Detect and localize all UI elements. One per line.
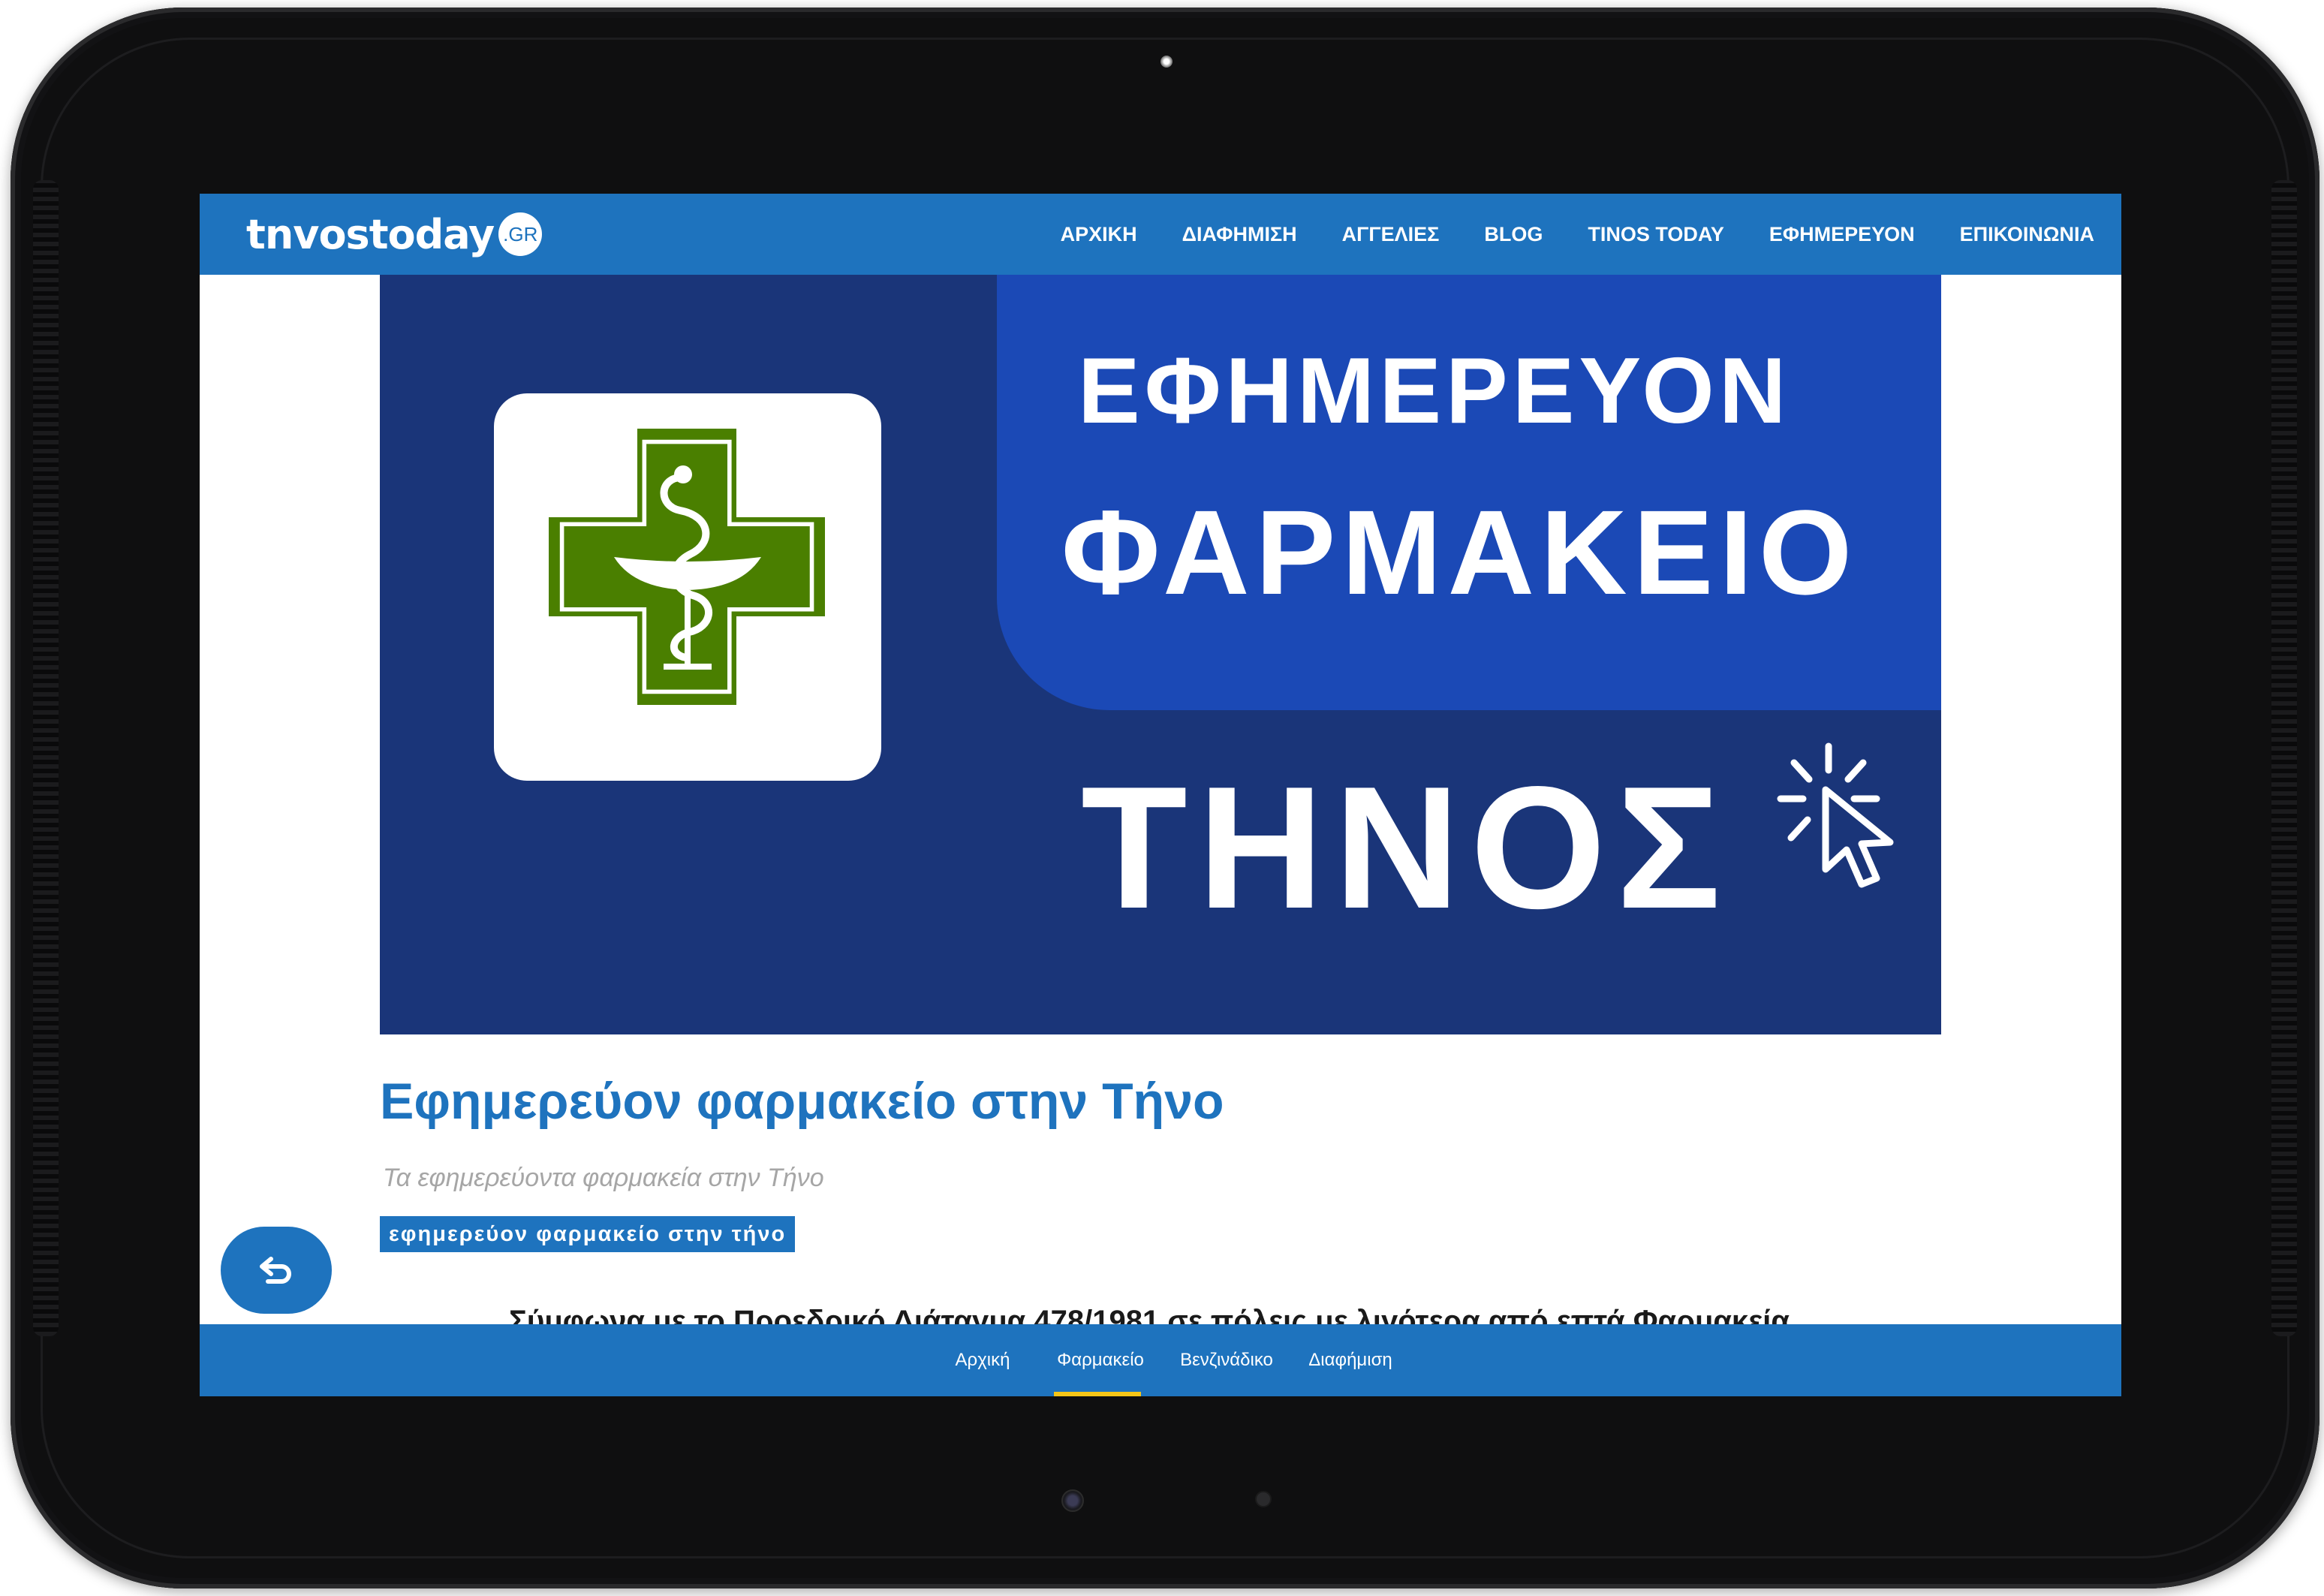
nav-item-classifieds[interactable]: ΑΓΓΕΛΙΕΣ (1342, 223, 1440, 246)
bottom-nav-home[interactable]: Αρχική (941, 1324, 1024, 1396)
left-speaker-grille (33, 180, 59, 1336)
main-nav: ΑΡΧΙΚΗ ΔΙΑΦΗΜΙΣΗ ΑΓΓΕΛΙΕΣ BLOG TINOS TOD… (1061, 194, 2094, 275)
light-sensor-icon (1255, 1491, 1272, 1507)
nav-item-tinos-today[interactable]: TINOS TODAY (1588, 223, 1724, 246)
nav-item-on-duty[interactable]: ΕΦΗΜΕΡΕΥΟΝ (1769, 223, 1915, 246)
banner-heading-on-duty: ΕΦΗΜΕΡΕΥΟΝ (1078, 339, 1791, 443)
nav-item-contact[interactable]: ΕΠΙΚΟΙΝΩΝΙΑ (1960, 223, 2094, 246)
logo-text: tnvostoday (246, 210, 495, 258)
article-title: Εφημερεύον φαρμακείο στην Τήνο (380, 1073, 1224, 1130)
front-camera-icon (1160, 56, 1173, 68)
right-speaker-grille (2271, 180, 2297, 1336)
pharmacy-icon-tile (494, 393, 881, 781)
back-arrow-icon (260, 1257, 291, 1284)
pharmacy-cross-icon (549, 429, 825, 705)
article-subtitle: Τα εφημερεύοντα φαρμακεία στην Τήνο (383, 1164, 824, 1192)
bottom-nav-pharmacy[interactable]: Φαρμακείο (1055, 1324, 1145, 1396)
top-navbar: tnvostoday .GR ΑΡΧΙΚΗ ΔΙΑΦΗΜΙΣΗ ΑΓΓΕΛΙΕΣ… (200, 194, 2121, 275)
banner-heading-pharmacy: ΦΑΡΜΑΚΕΙΟ (1061, 485, 1859, 619)
hero-banner: ΕΦΗΜΕΡΕΥΟΝ ΦΑΡΜΑΚΕΙΟ ΤΗΝΟΣ (380, 275, 1941, 1034)
bottom-nav-active-indicator (1054, 1392, 1141, 1396)
banner-heading-tinos: ΤΗΝΟΣ (1081, 751, 1732, 945)
site-logo[interactable]: tnvostoday .GR (246, 204, 543, 264)
nav-item-home[interactable]: ΑΡΧΙΚΗ (1061, 223, 1137, 246)
article-tag[interactable]: εφημερεύον φαρμακείο στην τήνο (380, 1216, 796, 1252)
back-button[interactable] (221, 1227, 332, 1314)
rear-sensor-icon (1061, 1489, 1084, 1512)
bottom-nav-advertising[interactable]: Διαφήμιση (1306, 1324, 1395, 1396)
nav-item-blog[interactable]: BLOG (1484, 223, 1543, 246)
nav-item-advertising[interactable]: ΔΙΑΦΗΜΙΣΗ (1182, 223, 1297, 246)
bottom-nav: Αρχική Φαρμακείο Βενζινάδικο Διαφήμιση (200, 1324, 2121, 1396)
bottom-nav-gas-station[interactable]: Βενζινάδικο (1174, 1324, 1279, 1396)
screen: tnvostoday .GR ΑΡΧΙΚΗ ΔΙΑΦΗΜΙΣΗ ΑΓΓΕΛΙΕΣ… (200, 194, 2121, 1396)
click-cursor-icon (1777, 742, 1894, 888)
logo-badge: .GR (498, 212, 543, 256)
